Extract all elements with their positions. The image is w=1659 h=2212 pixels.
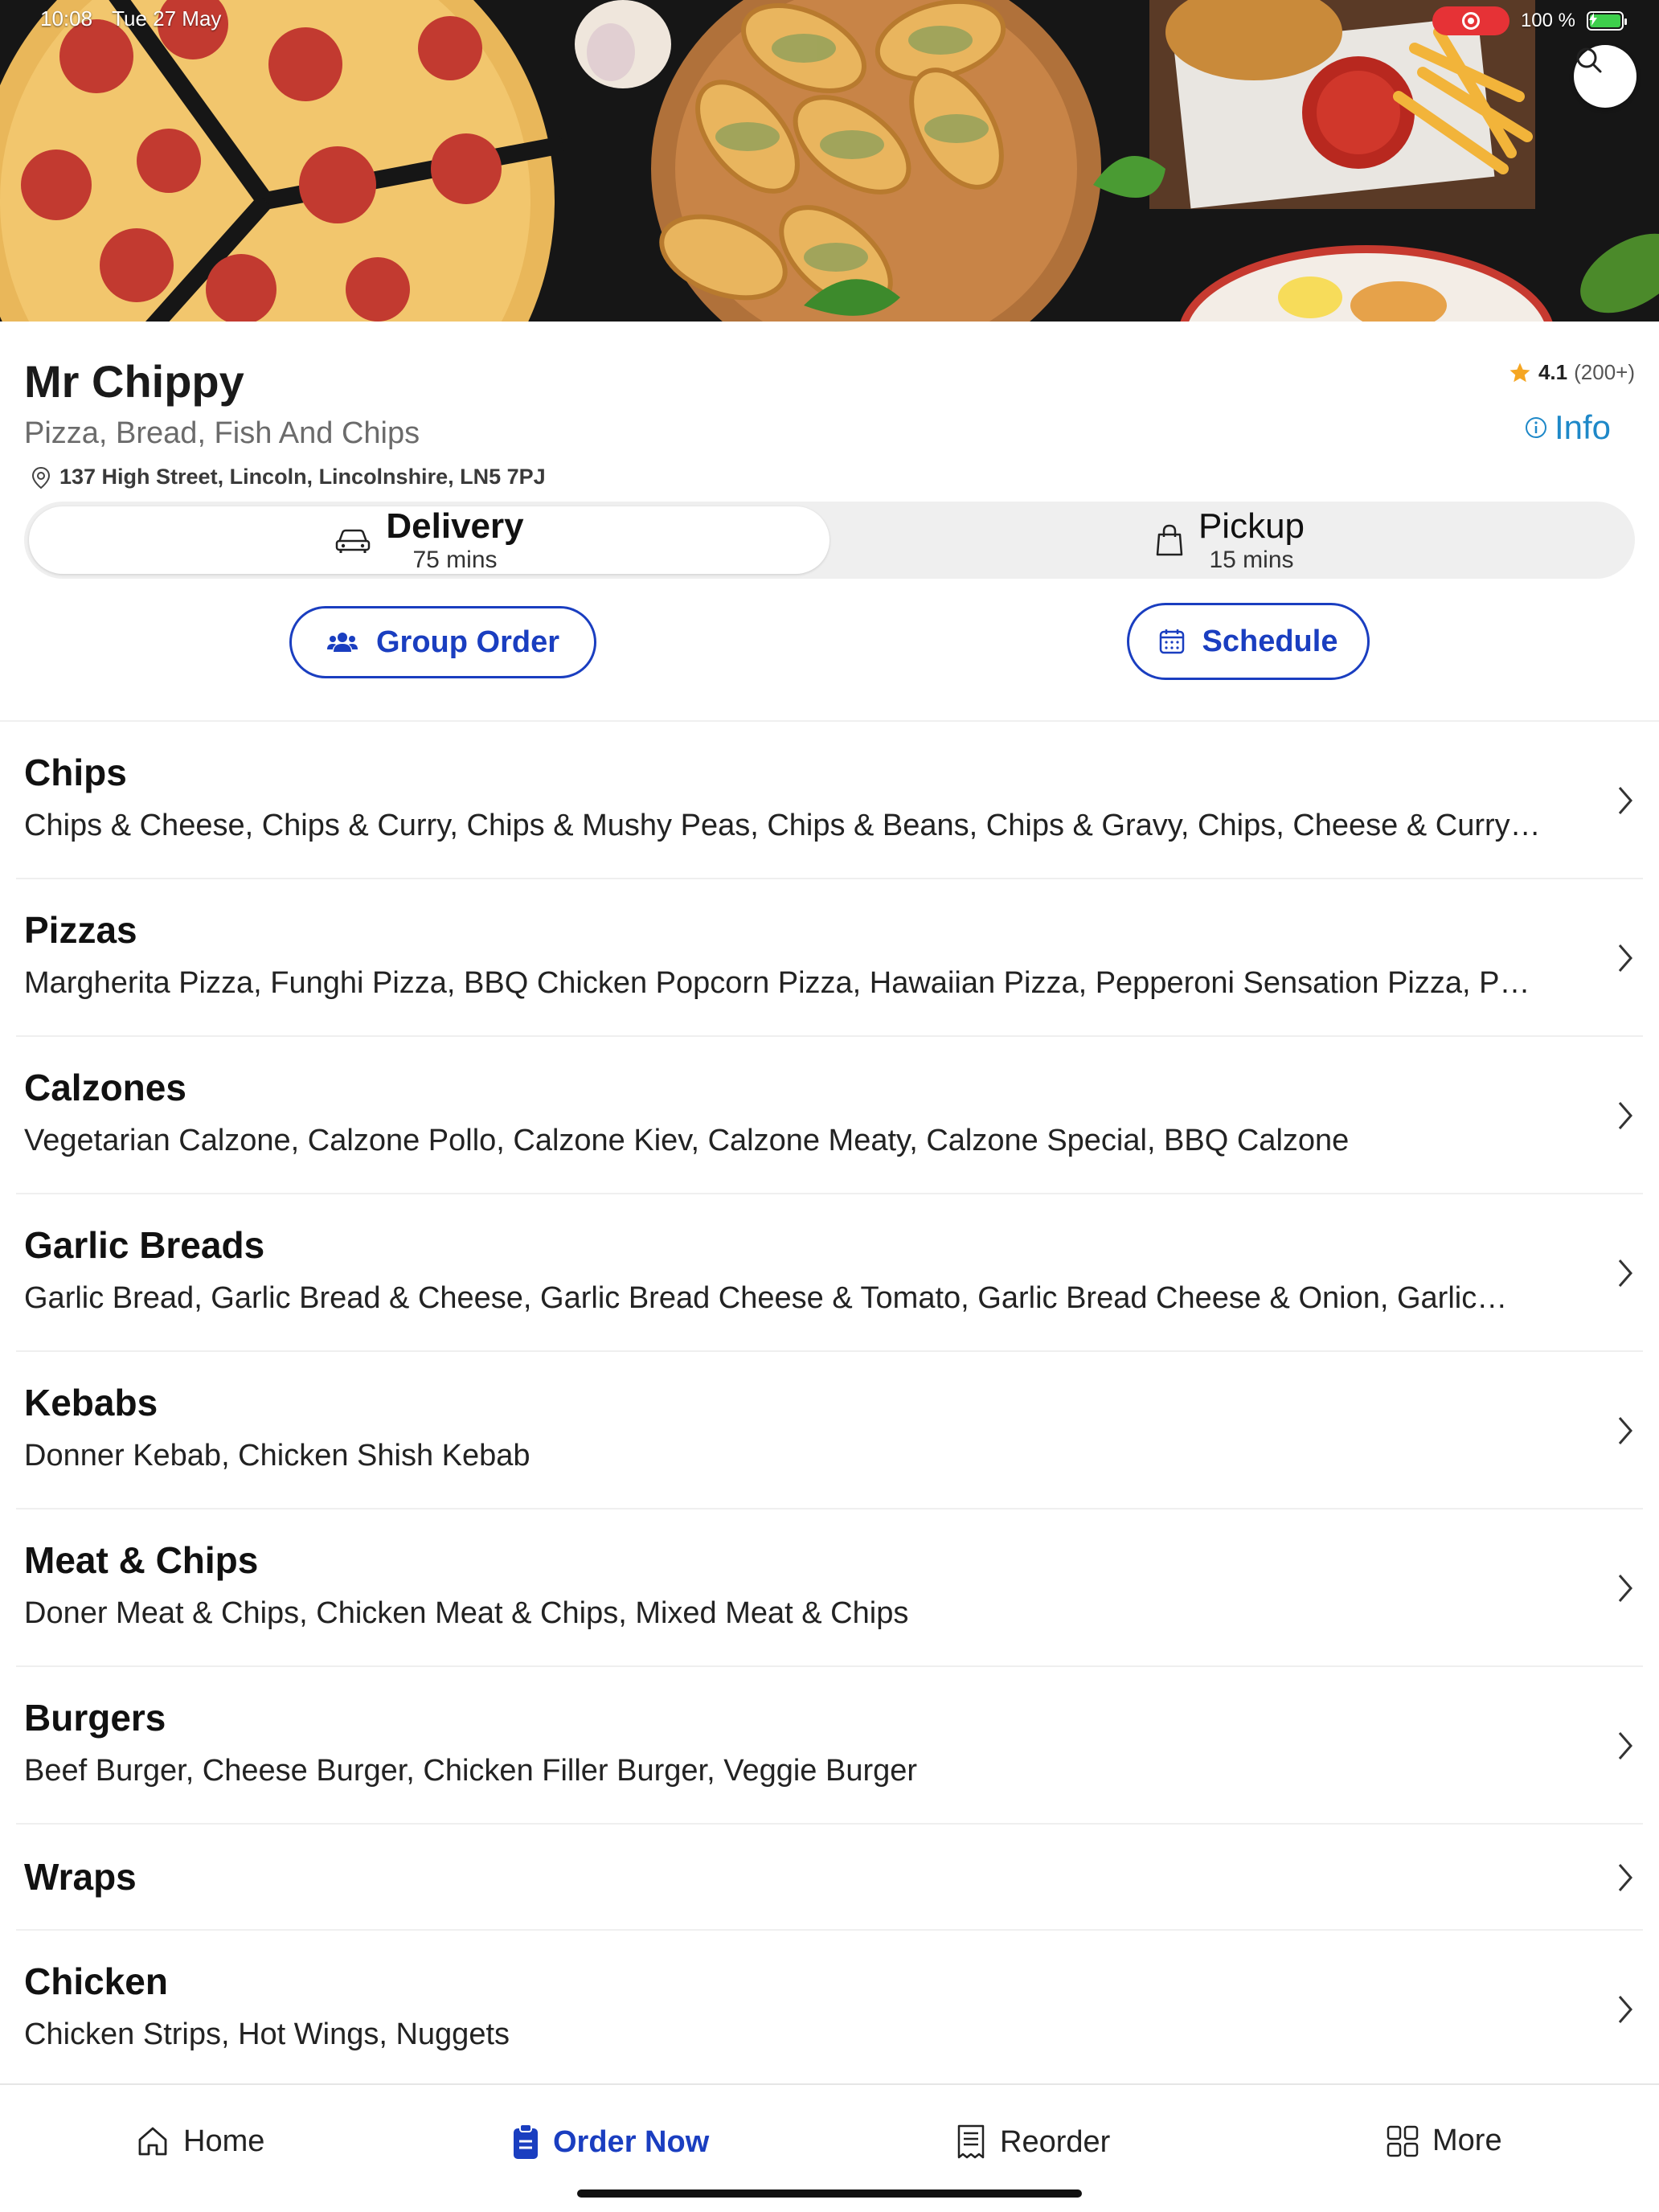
category-row-pizzas[interactable]: Pizzas Margherita Pizza, Funghi Pizza, B… (16, 879, 1643, 1037)
restaurant-rating: 4.1 (200+) (1508, 360, 1635, 385)
category-row-meat-and-chips[interactable]: Meat & Chips Doner Meat & Chips, Chicken… (16, 1509, 1643, 1667)
home-indicator (577, 2189, 1082, 2198)
category-row-calzones[interactable]: Calzones Vegetarian Calzone, Calzone Pol… (16, 1037, 1643, 1194)
nav-reorder[interactable]: Reorder (955, 2124, 1110, 2161)
category-row-garlic-breads[interactable]: Garlic Breads Garlic Bread, Garlic Bread… (16, 1194, 1643, 1352)
nav-home[interactable]: Home (135, 2124, 264, 2159)
status-bar-left: 10:08 Tue 27 May (40, 6, 221, 31)
search-button[interactable] (1574, 45, 1636, 108)
calendar-icon (1159, 629, 1184, 654)
category-row-kebabs[interactable]: Kebabs Donner Kebab, Chicken Shish Kebab (16, 1352, 1643, 1509)
category-title: Burgers (24, 1697, 166, 1739)
category-row-wraps[interactable]: Wraps (16, 1825, 1643, 1931)
category-items: Margherita Pizza, Funghi Pizza, BBQ Chic… (24, 966, 1530, 1000)
nav-order-now-label: Order Now (553, 2124, 710, 2159)
category-items: Vegetarian Calzone, Calzone Pollo, Calzo… (24, 1124, 1350, 1157)
nav-more-label: More (1432, 2124, 1502, 2157)
chevron-right-icon (1618, 944, 1632, 972)
chevron-right-icon (1618, 1417, 1632, 1444)
nav-reorder-label: Reorder (1000, 2124, 1111, 2159)
delivery-time: 75 mins (412, 546, 498, 573)
category-items: Doner Meat & Chips, Chicken Meat & Chips… (24, 1596, 909, 1630)
category-title: Kebabs (24, 1382, 158, 1423)
star-icon (1509, 363, 1530, 382)
chevron-right-icon (1618, 1102, 1632, 1129)
screen-recording-indicator (1432, 6, 1509, 35)
category-row-chicken[interactable]: Chicken Chicken Strips, Hot Wings, Nugge… (16, 1931, 1643, 2088)
category-title: Chicken (24, 1960, 168, 2002)
info-link[interactable]: Info (1524, 408, 1611, 447)
pickup-time: 15 mins (1209, 546, 1294, 573)
group-order-button[interactable]: Group Order (289, 606, 596, 678)
category-title: Wraps (24, 1856, 137, 1898)
nav-order-now[interactable]: Order Now (511, 2124, 709, 2161)
rating-value: 4.1 (1538, 360, 1568, 384)
rating-count: (200+) (1574, 360, 1635, 384)
category-items: Beef Burger, Cheese Burger, Chicken Fill… (24, 1754, 918, 1788)
category-title: Meat & Chips (24, 1539, 259, 1581)
battery-icon (1587, 11, 1627, 31)
restaurant-name: Mr Chippy (24, 356, 244, 407)
search-icon (1576, 47, 1602, 73)
receipt-icon (957, 2124, 985, 2159)
group-order-label: Group Order (375, 625, 560, 659)
category-items: Donner Kebab, Chicken Shish Kebab (24, 1439, 530, 1473)
location-pin-icon (31, 466, 51, 489)
status-time: 10:08 (40, 6, 93, 31)
hero-food-image (0, 0, 1659, 322)
category-items: Garlic Bread, Garlic Bread & Cheese, Gar… (24, 1281, 1508, 1315)
category-title: Chips (24, 752, 127, 793)
home-icon (138, 2127, 167, 2156)
battery-percent: 100 % (1520, 10, 1575, 31)
chevron-right-icon (1618, 787, 1632, 814)
status-bar-right: 100 % (1432, 6, 1627, 35)
bag-icon (1156, 524, 1183, 556)
order-mode-toggle: Delivery 75 mins Pickup 15 mins (24, 502, 1635, 579)
delivery-option[interactable]: Delivery 75 mins (29, 506, 830, 574)
info-label: Info (1554, 408, 1611, 446)
chevron-right-icon (1618, 1575, 1632, 1602)
chevron-right-icon (1618, 1260, 1632, 1287)
grid-icon (1387, 2125, 1419, 2157)
restaurant-address: 137 High Street, Lincoln, Lincolnshire, … (29, 465, 546, 490)
category-items: Chips & Cheese, Chips & Curry, Chips & M… (24, 809, 1541, 842)
category-title: Pizzas (24, 909, 137, 951)
group-icon (326, 633, 358, 652)
address-text: 137 High Street, Lincoln, Lincolnshire, … (59, 465, 546, 489)
category-row-chips[interactable]: Chips Chips & Cheese, Chips & Curry, Chi… (16, 722, 1643, 879)
info-icon (1525, 417, 1546, 438)
category-items: Chicken Strips, Hot Wings, Nuggets (24, 2017, 510, 2051)
hero-banner: 10:08 Tue 27 May 100 % (0, 0, 1659, 322)
chevron-right-icon (1618, 1996, 1632, 2023)
pickup-label: Pickup (1198, 506, 1305, 547)
menu-category-list: Chips Chips & Cheese, Chips & Curry, Chi… (0, 722, 1659, 2088)
car-icon (336, 529, 371, 553)
chevron-right-icon (1618, 1732, 1632, 1759)
chevron-right-icon (1618, 1864, 1632, 1891)
schedule-label: Schedule (1202, 624, 1338, 658)
record-icon (1461, 12, 1480, 30)
nav-home-label: Home (183, 2124, 265, 2158)
pickup-option[interactable]: Pickup 15 mins (830, 506, 1630, 574)
order-icon (514, 2124, 538, 2159)
nav-more[interactable]: More (1386, 2124, 1502, 2158)
restaurant-cuisine: Pizza, Bread, Fish And Chips (24, 416, 420, 450)
status-date: Tue 27 May (112, 6, 222, 31)
category-title: Garlic Breads (24, 1224, 265, 1266)
schedule-button[interactable]: Schedule (1127, 603, 1370, 680)
delivery-label: Delivery (386, 506, 524, 547)
category-title: Calzones (24, 1067, 186, 1108)
category-row-burgers[interactable]: Burgers Beef Burger, Cheese Burger, Chic… (16, 1667, 1643, 1825)
